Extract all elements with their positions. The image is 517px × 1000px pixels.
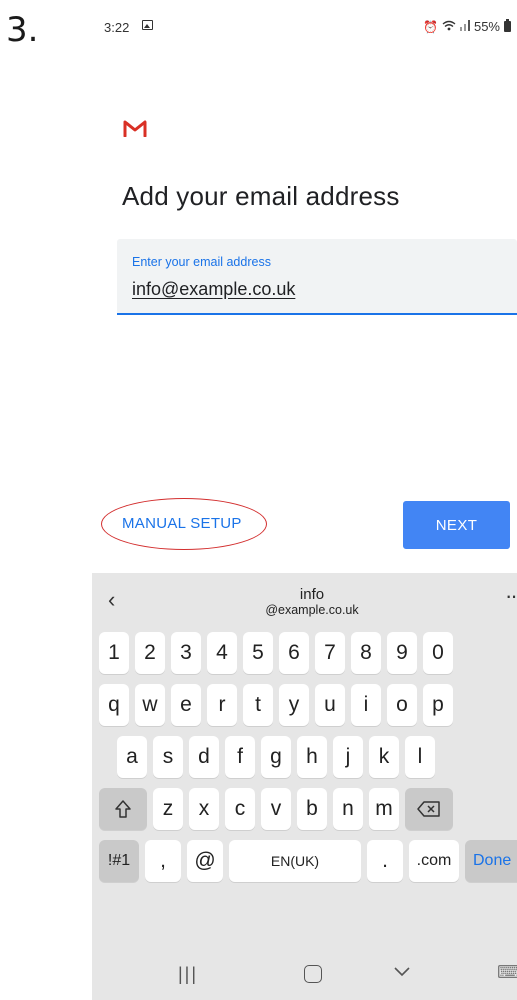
phone-screen: 3:22 ⏰ 55% Add your email address Enter …: [92, 0, 517, 1000]
step-number: 3.: [6, 10, 39, 50]
key-o[interactable]: o: [387, 684, 417, 726]
done-key[interactable]: Done: [465, 840, 517, 882]
key-w[interactable]: w: [135, 684, 165, 726]
key-7[interactable]: 7: [315, 632, 345, 674]
gallery-notification-icon: [142, 20, 153, 30]
key-1[interactable]: 1: [99, 632, 129, 674]
next-button[interactable]: NEXT: [403, 501, 510, 549]
status-bar: 3:22 ⏰ 55%: [92, 14, 517, 40]
navigation-bar: ||| ⌨: [92, 950, 517, 1000]
email-field[interactable]: Enter your email address info@example.co…: [117, 239, 517, 315]
key-6[interactable]: 6: [279, 632, 309, 674]
key-y[interactable]: y: [279, 684, 309, 726]
email-suggestion[interactable]: info @example.co.uk: [252, 586, 372, 617]
key-v[interactable]: v: [261, 788, 291, 830]
hide-keyboard-icon[interactable]: [394, 960, 410, 983]
key-l[interactable]: l: [405, 736, 435, 778]
key-z[interactable]: z: [153, 788, 183, 830]
key-q[interactable]: q: [99, 684, 129, 726]
key-8[interactable]: 8: [351, 632, 381, 674]
key-3[interactable]: 3: [171, 632, 201, 674]
keyboard: ‹ info @example.co.uk ··· 1 2 3 4 5 6 7 …: [92, 573, 517, 1000]
period-key[interactable]: .: [367, 840, 403, 882]
key-h[interactable]: h: [297, 736, 327, 778]
recent-apps-icon[interactable]: |||: [178, 964, 198, 985]
more-options-icon[interactable]: ···: [505, 583, 517, 609]
email-input[interactable]: info@example.co.uk: [132, 279, 295, 300]
key-x[interactable]: x: [189, 788, 219, 830]
key-k[interactable]: k: [369, 736, 399, 778]
key-9[interactable]: 9: [387, 632, 417, 674]
status-time: 3:22: [104, 20, 130, 35]
comma-key[interactable]: ,: [145, 840, 181, 882]
suggestion-sub: @example.co.uk: [265, 603, 359, 617]
key-e[interactable]: e: [171, 684, 201, 726]
suggestion-main: info: [299, 586, 325, 603]
space-key[interactable]: EN(UK): [229, 840, 361, 882]
key-m[interactable]: m: [369, 788, 399, 830]
key-b[interactable]: b: [297, 788, 327, 830]
key-5[interactable]: 5: [243, 632, 273, 674]
key-a[interactable]: a: [117, 736, 147, 778]
key-n[interactable]: n: [333, 788, 363, 830]
battery-icon: [504, 19, 511, 32]
battery-percent: 55%: [473, 19, 500, 34]
email-field-label: Enter your email address: [132, 255, 271, 269]
alarm-icon: ⏰: [423, 19, 438, 34]
key-d[interactable]: d: [189, 736, 219, 778]
key-j[interactable]: j: [333, 736, 363, 778]
chevron-left-icon[interactable]: ‹: [108, 587, 115, 613]
wifi-icon: [442, 20, 456, 34]
key-c[interactable]: c: [225, 788, 255, 830]
key-0[interactable]: 0: [423, 632, 453, 674]
backspace-key[interactable]: [405, 788, 453, 830]
shift-key[interactable]: [99, 788, 147, 830]
keyboard-switch-icon[interactable]: ⌨: [497, 962, 517, 983]
page-title: Add your email address: [122, 181, 400, 211]
key-4[interactable]: 4: [207, 632, 237, 674]
at-key[interactable]: @: [187, 840, 223, 882]
shift-icon: [115, 800, 131, 818]
signal-icon: [459, 19, 470, 34]
key-u[interactable]: u: [315, 684, 345, 726]
backspace-icon: [417, 801, 440, 817]
key-s[interactable]: s: [153, 736, 183, 778]
status-icons: ⏰ 55%: [423, 19, 511, 34]
gmail-logo-icon: [123, 120, 147, 137]
key-p[interactable]: p: [423, 684, 453, 726]
symbols-key[interactable]: !#1: [99, 840, 139, 882]
suggestion-bar: ‹ info @example.co.uk ···: [92, 573, 517, 628]
manual-setup-button[interactable]: MANUAL SETUP: [122, 515, 242, 532]
dotcom-key[interactable]: .com: [409, 840, 459, 882]
key-r[interactable]: r: [207, 684, 237, 726]
key-2[interactable]: 2: [135, 632, 165, 674]
key-t[interactable]: t: [243, 684, 273, 726]
key-i[interactable]: i: [351, 684, 381, 726]
key-f[interactable]: f: [225, 736, 255, 778]
key-g[interactable]: g: [261, 736, 291, 778]
home-icon[interactable]: [304, 965, 322, 983]
